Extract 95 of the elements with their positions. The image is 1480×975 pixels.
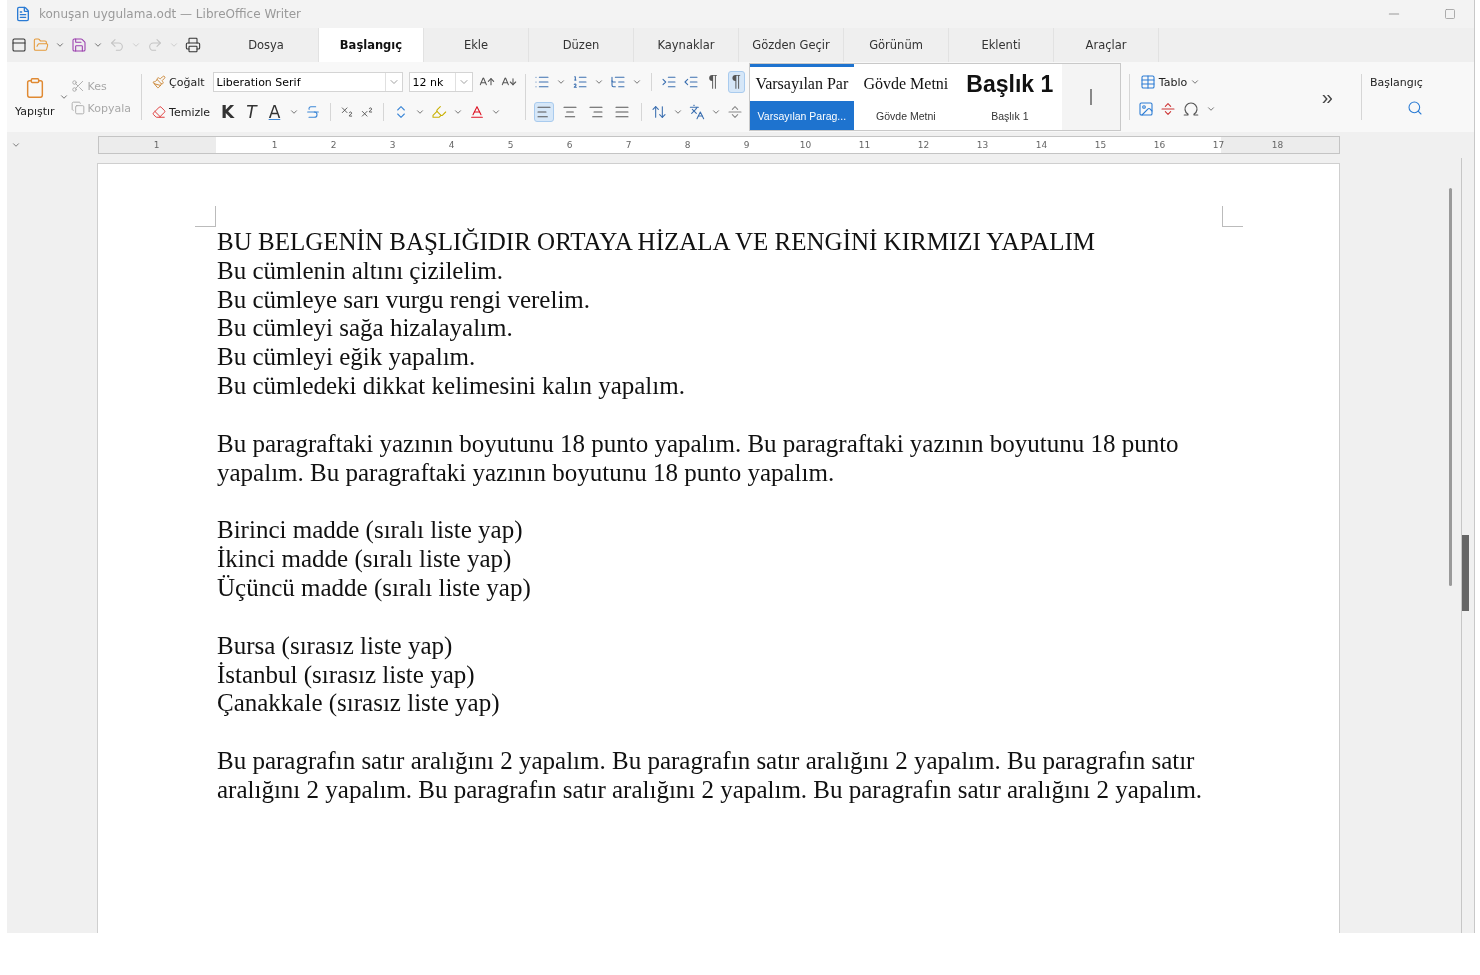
ruler-number: 2	[329, 140, 338, 150]
ruler-number: 1	[152, 140, 161, 150]
document-icon	[15, 6, 31, 22]
scroll-thumb[interactable]	[1089, 89, 1092, 105]
ruler-number: 1	[270, 140, 279, 150]
folder-icon[interactable]	[33, 37, 49, 53]
document-paragraph: Bursa (sırasız liste yap)	[217, 631, 454, 661]
table-icon[interactable]	[1139, 74, 1156, 90]
undo-icon[interactable]	[109, 37, 125, 53]
superscript-icon[interactable]	[360, 105, 375, 119]
document-paragraph: Çanakkale (sırasız liste yap)	[217, 689, 501, 719]
paste-button[interactable]: Yapıştır	[11, 76, 59, 118]
ruler-number: 18	[1270, 140, 1285, 150]
bold-button[interactable]: K	[218, 102, 238, 122]
ruler-number: 11	[857, 140, 872, 150]
align-left-icon[interactable]	[533, 102, 554, 122]
ruler-number: 6	[565, 140, 574, 150]
caret-icon[interactable]	[710, 107, 721, 117]
ruler-number: 9	[742, 140, 751, 150]
font-color-icon[interactable]	[469, 104, 486, 120]
caret-icon[interactable]	[453, 107, 464, 117]
document-paragraph: Bu cümleyi eğik yapalım.	[217, 343, 477, 372]
caret-icon[interactable]	[491, 107, 502, 117]
highlighter-icon[interactable]	[431, 104, 448, 120]
redo-icon[interactable]	[147, 37, 163, 53]
ruler-number: 14	[1034, 140, 1049, 150]
more-button[interactable]: »	[1315, 84, 1339, 110]
caret-icon[interactable]	[1205, 104, 1216, 114]
new-window-icon[interactable]	[11, 37, 27, 53]
document-paragraph: Bu cümlenin altını çizilelim.	[217, 256, 505, 286]
window-title: konuşan uygulama.odt — LibreOffice Writer	[39, 7, 302, 21]
underline-button[interactable]: A	[265, 102, 284, 122]
caret-icon[interactable]	[593, 77, 604, 87]
formatting-marks-button[interactable]: ¶	[704, 71, 722, 93]
ruler-number: 17	[1211, 140, 1226, 150]
caret-icon[interactable]	[289, 107, 300, 117]
document-paragraph: Bu cümledeki dikkat kelimesini kalın yapalım.	[217, 372, 686, 401]
ruler-number: 13	[975, 140, 990, 150]
font-name-field[interactable]: Liberation Serif	[212, 72, 403, 92]
ruler-number: 15	[1093, 140, 1108, 150]
clone-format-button[interactable]: Çoğalt	[150, 75, 207, 89]
document-paragraph: Bu cümleye sarı vurgu rengi verelim.	[217, 285, 592, 315]
ruler-number: 8	[683, 140, 692, 150]
caret-icon[interactable]	[93, 40, 103, 50]
sidebar-handle[interactable]	[1462, 535, 1469, 611]
eraser-icon[interactable]	[152, 105, 167, 119]
clear-format-button[interactable]: Temizle	[150, 105, 213, 119]
ruler-number: 10	[798, 140, 813, 150]
image-icon[interactable]	[1137, 101, 1154, 117]
ruler-number: 3	[388, 140, 397, 150]
bullet-list-icon[interactable]	[533, 74, 550, 90]
caret-icon[interactable]	[415, 107, 426, 117]
save-icon[interactable]	[71, 37, 87, 53]
document-paragraph: BU BELGENİN BAŞLIĞIDIR ORTAYA HİZALA VE RENGİNİ KIRMIZI YAPALIM	[217, 228, 1096, 257]
italic-button[interactable]: T	[243, 102, 260, 122]
caret-icon[interactable]	[555, 77, 566, 87]
scrollbar-thumb[interactable]	[1448, 188, 1452, 586]
style-item[interactable]: Varsayılan Par Varsayılan Parag...	[749, 64, 854, 130]
tab-stop-icon[interactable]	[11, 140, 21, 150]
sidebar-title: Başlangıç	[1369, 75, 1423, 89]
caret-icon[interactable]	[55, 40, 65, 50]
search-icon[interactable]	[1406, 99, 1423, 116]
margin-corner	[195, 206, 216, 227]
indent-increase-icon[interactable]	[660, 74, 677, 90]
document-paragraph: İstanbul (sırasız liste yap)	[217, 660, 476, 690]
ruler-number: 4	[447, 140, 456, 150]
omega-icon[interactable]	[1181, 100, 1200, 118]
numbered-list-icon[interactable]	[571, 74, 588, 90]
caret-icon[interactable]	[672, 107, 683, 117]
ribbon-tab[interactable]: Başlangıç	[319, 28, 424, 62]
strikethrough-icon[interactable]	[305, 104, 322, 120]
document-paragraph: İkinci madde (sıralı liste yap)	[217, 545, 513, 574]
document-paragraph: Üçüncü madde (sıralı liste yap)	[217, 573, 532, 603]
caret-icon[interactable]	[58, 92, 69, 102]
font-size-field[interactable]: 12 nk	[408, 72, 473, 92]
table-button[interactable]: Tablo	[1137, 74, 1216, 90]
ruler-number: 12	[916, 140, 931, 150]
document-paragraph: Birinci madde (sıralı liste yap)	[217, 516, 524, 546]
brush-icon[interactable]	[152, 75, 167, 89]
margin-corner	[1222, 206, 1243, 227]
maximize-icon[interactable]	[1444, 8, 1456, 20]
caret-icon[interactable]	[1190, 77, 1201, 87]
print-icon[interactable]	[185, 37, 201, 53]
formatting-marks-button[interactable]: ¶	[727, 71, 745, 93]
ruler-number: 5	[506, 140, 515, 150]
outline-list-icon[interactable]	[609, 74, 626, 90]
document-paragraph: Bu paragraftaki yazının boyutunu 18 punto yapalım. Bu paragraftaki yazının boyutunu 18 punto yapalım. Bu paragraftaki yazının boyutunu 18 punto yapalım.	[217, 429, 1180, 488]
caret-icon[interactable]	[631, 77, 642, 87]
ruler-number: 16	[1152, 140, 1167, 150]
line-spacing-icon[interactable]	[650, 104, 667, 120]
ruler-number: 7	[624, 140, 633, 150]
document-paragraph: Bu paragrafın satır aralığını 2 yapalım. Bu paragrafın satır aralığını 2 yapalım. Bu paragrafın satır aralığını 2 yapalım. Bu paragrafın satır aralığını 2 yapalım. Bu paragrafın satır aralığını 2 yapalım.	[217, 747, 1204, 805]
subscript-icon[interactable]	[340, 105, 355, 119]
indent-decrease-icon[interactable]	[682, 74, 699, 90]
document-paragraph: Bu cümleyi sağa hizalayalım.	[217, 314, 514, 344]
